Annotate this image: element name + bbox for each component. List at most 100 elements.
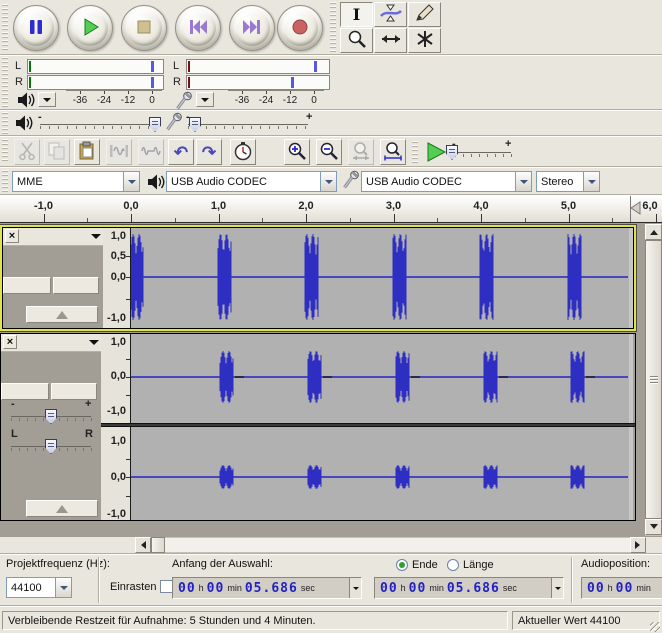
chevron-down-icon[interactable] <box>123 172 139 191</box>
chevron-down-icon[interactable] <box>55 578 71 597</box>
solo-button[interactable] <box>53 277 99 294</box>
transport-toolbar-grip[interactable] <box>2 4 8 50</box>
zoom-tool-button[interactable] <box>340 28 373 53</box>
timeline-tick-label: 2,0 <box>298 200 313 212</box>
edit-toolbar-grip[interactable] <box>2 139 8 163</box>
multi-tool-icon <box>414 29 436 52</box>
field-dropdown-icon[interactable] <box>349 578 361 598</box>
project-rate-combobox[interactable]: 44100 <box>6 577 72 598</box>
host-combobox[interactable]: MME <box>12 171 140 192</box>
zoom-out-button[interactable] <box>316 139 342 165</box>
output-device-combobox[interactable]: USB Audio CODEC <box>166 171 337 192</box>
audio-position-field[interactable]: 00 h 00 min <box>581 577 662 599</box>
input-volume-slider-track[interactable] <box>188 124 308 125</box>
timeline-major-tick <box>569 214 570 222</box>
forward-button[interactable] <box>229 5 275 51</box>
selection-end-field[interactable]: 00 h 00 min 05.686 sec <box>374 577 564 599</box>
play-at-speed-button[interactable] <box>424 140 448 167</box>
meter-bar[interactable] <box>27 59 164 74</box>
undo-button[interactable]: ↶ <box>168 139 194 165</box>
audio-pos-minutes[interactable]: 00 <box>616 581 634 596</box>
sel-start-hours[interactable]: 00 <box>178 581 196 596</box>
zoom-tool-icon <box>346 29 368 52</box>
timeshift-tool-button[interactable] <box>374 28 407 53</box>
end-radio[interactable] <box>396 559 408 571</box>
mute-button[interactable] <box>3 277 51 294</box>
resize-grip[interactable] <box>650 622 660 632</box>
horizontal-scrollbar-thumb[interactable] <box>151 537 165 553</box>
mute-button[interactable] <box>1 383 49 400</box>
meter-dropdown-button[interactable] <box>38 92 56 107</box>
draw-tool-button[interactable] <box>408 2 441 27</box>
meter-bar[interactable] <box>186 75 330 90</box>
toolbar-divider <box>0 109 662 111</box>
selection-start-field[interactable]: 00 h 00 min 05.686 sec <box>172 577 362 599</box>
timeline-tick-label: -1,0 <box>34 200 53 212</box>
chevron-down-icon[interactable] <box>583 172 599 191</box>
fit-selection-button <box>348 139 374 165</box>
scroll-left-button[interactable] <box>135 537 151 553</box>
rewind-button[interactable] <box>175 5 221 51</box>
mixer-toolbar-grip[interactable] <box>2 112 8 134</box>
track-title-menu[interactable] <box>22 229 101 243</box>
scroll-right-button[interactable] <box>630 537 646 553</box>
envelope-tool-button[interactable] <box>374 2 407 27</box>
track-collapse-button[interactable] <box>26 500 98 517</box>
pause-button[interactable] <box>13 5 59 51</box>
sel-start-minutes[interactable]: 00 <box>207 581 225 596</box>
input-device-combobox[interactable]: USB Audio CODEC <box>361 171 532 192</box>
selection-tool-button[interactable]: I <box>340 2 373 27</box>
tools-toolbar-grip[interactable] <box>330 2 336 52</box>
horizontal-scrollbar[interactable] <box>135 537 646 553</box>
play-button[interactable] <box>67 5 113 51</box>
meter-bar[interactable] <box>27 75 164 90</box>
stop-button[interactable] <box>121 5 167 51</box>
timeline-major-tick <box>131 214 132 222</box>
amp-ruler-tick <box>126 395 130 396</box>
field-dropdown-icon[interactable] <box>551 578 563 598</box>
sel-end-minutes[interactable]: 00 <box>409 581 427 596</box>
meter-scale-number: -12 <box>121 95 135 106</box>
track-collapse-button[interactable] <box>26 306 98 323</box>
audio-pos-hours[interactable]: 00 <box>587 581 605 596</box>
paste-button[interactable] <box>74 139 100 165</box>
chevron-down-icon[interactable] <box>320 172 336 191</box>
meter-channel-label: R <box>15 76 23 88</box>
track-title-menu[interactable] <box>20 335 99 349</box>
copy-button <box>44 139 70 165</box>
cut-icon <box>17 141 37 164</box>
fit-project-button[interactable] <box>380 139 406 165</box>
track1-amp-ruler[interactable]: 1,00,50,0-1,0 <box>103 228 131 328</box>
amp-ruler-tick <box>126 459 130 460</box>
chevron-down-icon[interactable] <box>515 172 531 191</box>
track2-ch2-amp-ruler[interactable]: 1,00,0-1,0 <box>101 427 131 520</box>
sel-start-seconds[interactable]: 05.686 <box>245 581 298 596</box>
track-close-button[interactable]: × <box>5 229 19 243</box>
track-close-button[interactable]: × <box>3 335 17 349</box>
scroll-down-button[interactable] <box>645 519 662 535</box>
sel-end-hours[interactable]: 00 <box>380 581 398 596</box>
stopwatch-button[interactable] <box>230 139 256 165</box>
zoom-in-button[interactable] <box>284 139 310 165</box>
track1-waveform[interactable] <box>131 228 633 328</box>
transcription-toolbar-grip[interactable] <box>412 141 418 163</box>
device-toolbar-grip[interactable] <box>2 170 8 192</box>
meter-dropdown-button[interactable] <box>196 92 214 107</box>
multi-tool-button[interactable] <box>408 28 441 53</box>
scroll-up-button[interactable] <box>645 224 662 240</box>
vertical-scrollbar-thumb[interactable] <box>645 240 662 519</box>
meter-toolbar-grip[interactable] <box>2 57 8 107</box>
track2-ch2-waveform[interactable] <box>131 427 633 520</box>
timeline-ruler[interactable]: -1,00,01,02,03,04,05,06,0 <box>0 196 662 223</box>
sel-end-seconds[interactable]: 05.686 <box>447 581 500 596</box>
redo-button[interactable]: ↷ <box>196 139 222 165</box>
length-radio[interactable] <box>447 559 459 571</box>
track2-ch1-waveform[interactable] <box>131 334 633 423</box>
meter-bar[interactable] <box>186 59 330 74</box>
timeline-major-tick <box>219 214 220 222</box>
track2-ch1-amp-ruler[interactable]: 1,00,0-1,0 <box>101 334 131 423</box>
record-button[interactable] <box>277 5 323 51</box>
input-channels-combobox[interactable]: Stereo <box>536 171 600 192</box>
output-volume-slider-track[interactable] <box>40 124 156 125</box>
playback-speed-slider-track[interactable] <box>455 152 511 153</box>
